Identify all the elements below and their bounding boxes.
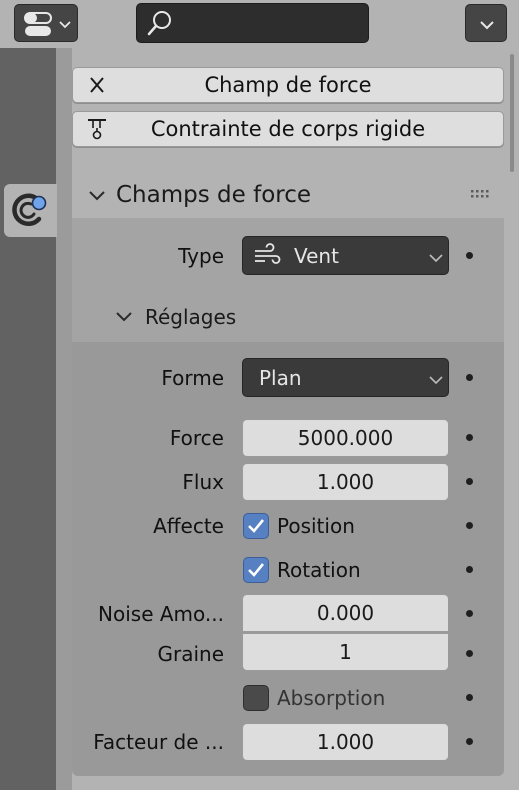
options-dropdown-button[interactable] bbox=[465, 4, 507, 42]
rigid-body-constraint-button[interactable]: Contrainte de corps rigide bbox=[72, 111, 504, 147]
seed-value: 1 bbox=[339, 640, 352, 664]
checkmark-icon bbox=[248, 563, 265, 577]
keyframe-dot[interactable] bbox=[466, 374, 473, 381]
keyframe-dot[interactable] bbox=[466, 694, 473, 701]
type-value: Vent bbox=[294, 244, 339, 268]
properties-tab-strip bbox=[0, 48, 56, 790]
force-field-button-label: Champ de force bbox=[204, 73, 372, 97]
chevron-down-icon[interactable] bbox=[86, 185, 108, 207]
rigid-constraint-icon bbox=[88, 119, 106, 140]
panel-gutter bbox=[56, 48, 72, 790]
shape-label: Forme bbox=[161, 366, 224, 390]
drag-handle-icon[interactable] bbox=[470, 189, 494, 201]
wind-factor-value: 1.000 bbox=[316, 730, 375, 754]
wind-factor-field[interactable]: 1.000 bbox=[242, 723, 449, 761]
chevron-down-icon bbox=[429, 254, 443, 263]
settings-subpanel-title[interactable]: Réglages bbox=[145, 303, 236, 331]
seed-field[interactable]: 1 bbox=[242, 633, 449, 671]
chevron-down-icon bbox=[429, 376, 443, 385]
search-field[interactable] bbox=[136, 3, 369, 43]
scrollbar[interactable] bbox=[510, 54, 514, 172]
flow-field[interactable]: 1.000 bbox=[242, 463, 449, 501]
wind-factor-label: Facteur de ... bbox=[93, 730, 224, 754]
absorption-label[interactable]: Absorption bbox=[277, 683, 385, 713]
keyframe-dot[interactable] bbox=[466, 738, 473, 745]
location-checkbox[interactable] bbox=[243, 513, 269, 539]
shape-dropdown[interactable]: Plan bbox=[242, 358, 449, 397]
keyframe-dot[interactable] bbox=[466, 252, 473, 259]
editor-type-button[interactable] bbox=[14, 4, 78, 42]
flow-value: 1.000 bbox=[316, 470, 375, 494]
chevron-down-icon bbox=[480, 21, 494, 30]
search-icon bbox=[147, 11, 171, 36]
noise-amount-label: Noise Amo... bbox=[98, 602, 224, 626]
strength-label: Force bbox=[169, 426, 224, 450]
keyframe-dot[interactable] bbox=[466, 610, 473, 617]
checkmark-icon bbox=[248, 519, 265, 533]
close-icon bbox=[90, 77, 104, 93]
rotation-label[interactable]: Rotation bbox=[277, 555, 361, 585]
chevron-down-icon[interactable] bbox=[114, 307, 136, 327]
keyframe-dot[interactable] bbox=[466, 650, 473, 657]
force-field-button[interactable]: Champ de force bbox=[72, 67, 504, 103]
noise-amount-field[interactable]: 0.000 bbox=[242, 594, 449, 632]
wind-icon bbox=[255, 243, 281, 264]
properties-editor-icon bbox=[24, 12, 71, 36]
type-label: Type bbox=[178, 244, 224, 268]
flow-label: Flux bbox=[182, 470, 224, 494]
affect-label: Affecte bbox=[153, 514, 224, 538]
seed-label: Graine bbox=[157, 642, 224, 666]
noise-amount-value: 0.000 bbox=[316, 601, 375, 625]
keyframe-dot[interactable] bbox=[466, 478, 473, 485]
physics-icon bbox=[12, 193, 47, 227]
rotation-checkbox[interactable] bbox=[243, 557, 269, 583]
search-input[interactable] bbox=[177, 9, 361, 39]
strength-field[interactable]: 5000.000 bbox=[242, 419, 449, 457]
strength-value: 5000.000 bbox=[297, 426, 394, 450]
shape-value: Plan bbox=[259, 366, 302, 390]
location-label[interactable]: Position bbox=[277, 511, 355, 541]
type-dropdown[interactable]: Vent bbox=[242, 236, 449, 275]
rigid-body-constraint-button-label: Contrainte de corps rigide bbox=[150, 117, 426, 141]
panel-title: Champs de force bbox=[116, 182, 312, 208]
absorption-checkbox[interactable] bbox=[243, 685, 269, 711]
keyframe-dot[interactable] bbox=[466, 566, 473, 573]
keyframe-dot[interactable] bbox=[466, 522, 473, 529]
keyframe-dot[interactable] bbox=[466, 434, 473, 441]
physics-tab[interactable] bbox=[4, 184, 57, 237]
